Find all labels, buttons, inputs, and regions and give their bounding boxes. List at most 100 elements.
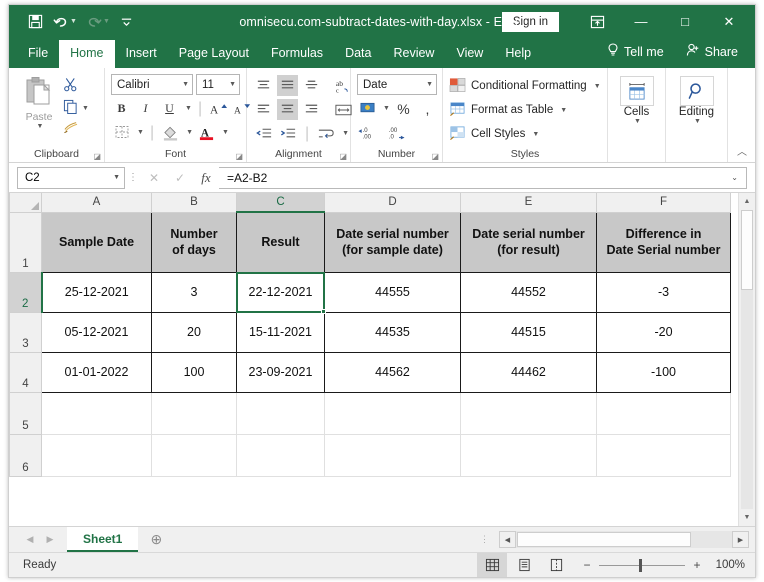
decrease-decimal-button[interactable]: .00.0 xyxy=(386,122,412,143)
maximize-button[interactable]: □ xyxy=(663,5,707,38)
cancel-entry-icon[interactable]: ✕ xyxy=(141,171,167,185)
number-dialog-launcher-icon[interactable]: ◪ xyxy=(431,152,439,161)
cell-e1[interactable]: Date serial number (for result) xyxy=(460,211,597,273)
cell-b3[interactable]: 20 xyxy=(151,311,237,353)
conditional-formatting-button[interactable]: Conditional Formatting ▼ xyxy=(449,75,601,97)
font-size-combo[interactable]: 11 ▼ xyxy=(196,74,240,95)
tab-home[interactable]: Home xyxy=(59,40,115,68)
cell-e2[interactable]: 44552 xyxy=(460,271,597,313)
bold-button[interactable]: B xyxy=(111,98,132,119)
font-name-combo[interactable]: Calibri ▼ xyxy=(111,74,193,95)
copy-button[interactable]: ▼ xyxy=(63,98,89,119)
tab-review[interactable]: Review xyxy=(382,40,445,68)
wrap-text-dropdown-icon[interactable]: ▼ xyxy=(342,130,349,137)
copy-dropdown-icon[interactable]: ▼ xyxy=(82,105,89,112)
format-as-table-button[interactable]: Format as Table ▼ xyxy=(449,99,601,121)
row-header-5[interactable]: 5 xyxy=(9,391,42,435)
vertical-scrollbar[interactable]: ▲ ▼ xyxy=(738,193,755,526)
fill-color-dropdown-icon[interactable]: ▼ xyxy=(186,129,193,136)
cell-f1[interactable]: Difference in Date Serial number xyxy=(596,211,731,273)
font-dialog-launcher-icon[interactable]: ◪ xyxy=(235,152,243,161)
cell-c6[interactable] xyxy=(236,433,325,477)
cell-f4[interactable]: -100 xyxy=(596,351,731,393)
add-sheet-icon[interactable]: ⊕ xyxy=(138,531,174,548)
cell-c1[interactable]: Result xyxy=(236,211,325,273)
cell-f6[interactable] xyxy=(596,433,731,477)
row-header-4[interactable]: 4 xyxy=(9,351,42,393)
row-header-1[interactable]: 1 xyxy=(9,211,42,273)
clipboard-dialog-launcher-icon[interactable]: ◪ xyxy=(93,152,101,161)
cell-f5[interactable] xyxy=(596,391,731,435)
name-box[interactable]: C2 ▼ xyxy=(17,166,125,189)
cell-b1[interactable]: Number of days xyxy=(151,211,237,273)
collapse-ribbon-chevron-icon[interactable]: ︿ xyxy=(737,143,747,158)
cell-e4[interactable]: 44462 xyxy=(460,351,597,393)
redo-dropdown-icon[interactable]: ▼ xyxy=(103,18,110,25)
select-all-corner[interactable] xyxy=(9,193,42,213)
comma-style-button[interactable]: , xyxy=(417,98,438,119)
cell-d4[interactable]: 44562 xyxy=(324,351,461,393)
cell-d1[interactable]: Date serial number (for sample date) xyxy=(324,211,461,273)
cell-b2[interactable]: 3 xyxy=(151,271,237,313)
column-header-e[interactable]: E xyxy=(460,193,597,213)
confirm-entry-icon[interactable]: ✓ xyxy=(167,171,193,185)
cell-b4[interactable]: 100 xyxy=(151,351,237,393)
cell-styles-dropdown-icon[interactable]: ▼ xyxy=(532,131,539,138)
conditional-formatting-dropdown-icon[interactable]: ▼ xyxy=(594,83,601,90)
row-header-6[interactable]: 6 xyxy=(9,433,42,477)
cell-a6[interactable] xyxy=(41,433,152,477)
column-header-d[interactable]: D xyxy=(324,193,461,213)
cell-d6[interactable] xyxy=(324,433,461,477)
align-right-icon[interactable] xyxy=(301,99,322,120)
cells-dropdown-icon[interactable]: ▼ xyxy=(634,118,641,125)
horizontal-scroll-thumb[interactable] xyxy=(517,532,691,547)
tab-data[interactable]: Data xyxy=(334,40,382,68)
underline-dropdown-icon[interactable]: ▼ xyxy=(185,105,192,112)
formula-input[interactable]: =A2-B2 ⌄ xyxy=(219,166,747,189)
accounting-dropdown-icon[interactable]: ▼ xyxy=(383,105,390,112)
share-button[interactable]: Share xyxy=(675,37,749,68)
worksheet-grid[interactable]: A B C D E F 1 Sample Date Number of days … xyxy=(9,193,738,526)
cell-a1[interactable]: Sample Date xyxy=(41,211,152,273)
cell-c3[interactable]: 15-11-2021 xyxy=(236,311,325,353)
column-header-f[interactable]: F xyxy=(596,193,731,213)
font-color-button[interactable]: A xyxy=(196,122,217,143)
column-header-a[interactable]: A xyxy=(41,193,152,213)
zoom-level-label[interactable]: 100% xyxy=(709,559,745,571)
paste-button[interactable]: Paste ▼ xyxy=(15,74,63,130)
borders-dropdown-icon[interactable]: ▼ xyxy=(137,129,144,136)
cell-e6[interactable] xyxy=(460,433,597,477)
tab-page-layout[interactable]: Page Layout xyxy=(168,40,260,68)
increase-decimal-button[interactable]: .0.00 xyxy=(357,122,383,143)
row-header-3[interactable]: 3 xyxy=(9,311,42,353)
column-header-b[interactable]: B xyxy=(151,193,237,213)
sheet-tab-sheet1[interactable]: Sheet1 xyxy=(67,527,139,552)
font-color-dropdown-icon[interactable]: ▼ xyxy=(222,129,229,136)
paste-dropdown-icon[interactable]: ▼ xyxy=(37,123,44,130)
scroll-left-arrow-icon[interactable]: ◀ xyxy=(499,531,516,548)
cell-styles-button[interactable]: Cell Styles ▼ xyxy=(449,123,601,145)
cell-a2[interactable]: 25-12-2021 xyxy=(41,271,152,313)
align-left-icon[interactable] xyxy=(253,99,274,120)
editing-dropdown-icon[interactable]: ▼ xyxy=(694,118,701,125)
zoom-slider-thumb[interactable] xyxy=(639,558,642,572)
align-bottom-icon[interactable] xyxy=(301,75,322,96)
column-header-c[interactable]: C xyxy=(236,193,325,213)
undo-dropdown-icon[interactable]: ▼ xyxy=(70,18,77,25)
align-top-icon[interactable] xyxy=(253,75,274,96)
increase-indent-icon[interactable] xyxy=(277,123,298,144)
page-layout-view-icon[interactable] xyxy=(509,553,539,577)
align-middle-icon[interactable] xyxy=(277,75,298,96)
cell-a5[interactable] xyxy=(41,391,152,435)
increase-font-size-button[interactable]: A xyxy=(208,98,229,119)
cell-e5[interactable] xyxy=(460,391,597,435)
scroll-split-handle[interactable]: ⋮ xyxy=(470,534,499,545)
alignment-dialog-launcher-icon[interactable]: ◪ xyxy=(339,152,347,161)
customize-quick-access-icon[interactable] xyxy=(115,10,139,34)
cell-b5[interactable] xyxy=(151,391,237,435)
normal-view-icon[interactable] xyxy=(477,553,507,577)
cell-a4[interactable]: 01-01-2022 xyxy=(41,351,152,393)
vertical-scroll-thumb[interactable] xyxy=(741,210,753,290)
zoom-in-button[interactable]: + xyxy=(691,558,703,572)
zoom-slider[interactable] xyxy=(599,558,685,572)
